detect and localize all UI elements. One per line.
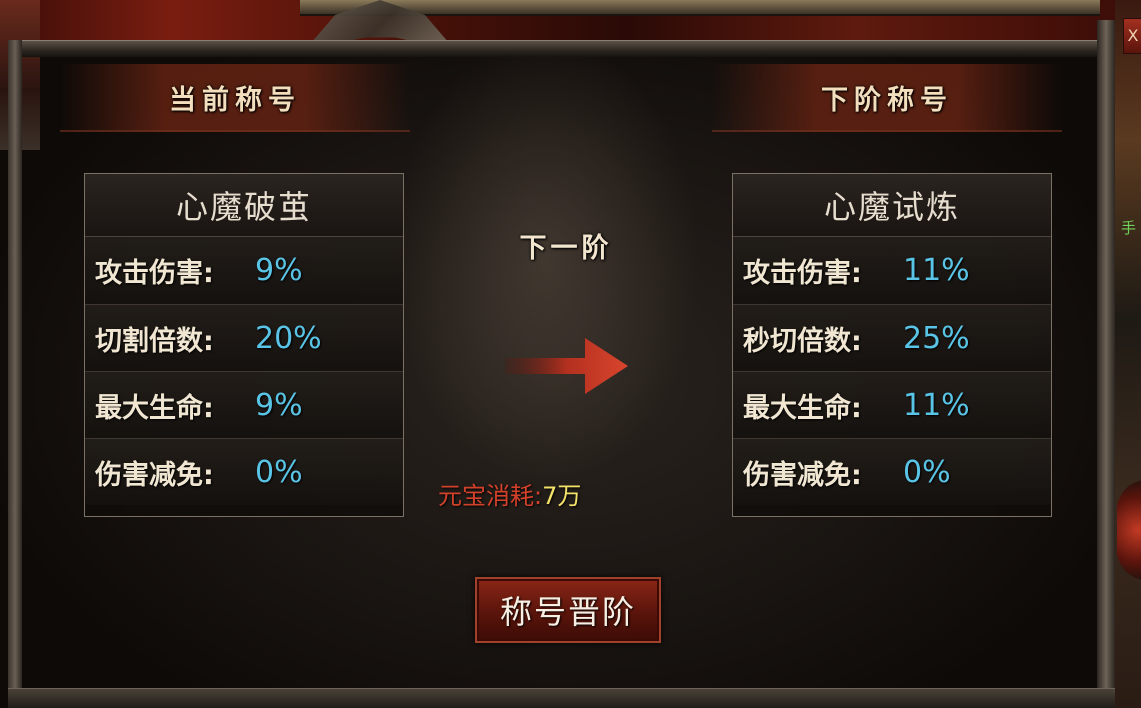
frame-bottom — [8, 688, 1115, 708]
stat-label: 秒切倍数: — [743, 325, 862, 357]
stat-value: 11% — [903, 253, 970, 288]
frame-left — [8, 40, 22, 708]
stat-row-attack: 攻击伤害: 11% — [733, 237, 1051, 304]
side-orb-icon — [1117, 480, 1141, 580]
background-scene-edge — [1115, 0, 1141, 708]
next-title-panel: 心魔试炼 攻击伤害: 11% 秒切倍数: 25% 最大生命: 11% 伤害减免:… — [732, 173, 1052, 517]
stat-label: 切割倍数: — [95, 325, 214, 357]
frame-right — [1097, 20, 1115, 708]
next-title-header: 下阶称号 — [712, 64, 1062, 132]
stat-row-damage-reduction: 伤害减免: 0% — [85, 438, 403, 505]
stat-row-cut: 切割倍数: 20% — [85, 304, 403, 371]
stat-label: 攻击伤害: — [743, 258, 862, 289]
stat-value: 0% — [255, 454, 303, 490]
cost-display: 元宝消耗:7万 — [438, 476, 668, 511]
stat-row-cut: 秒切倍数: 25% — [733, 304, 1051, 371]
stat-row-attack: 攻击伤害: 9% — [85, 237, 403, 304]
frame-top — [20, 40, 1102, 57]
stat-label: 最大生命: — [743, 392, 862, 424]
stat-label: 攻击伤害: — [95, 258, 214, 289]
stat-label: 伤害减免: — [743, 459, 862, 491]
stat-row-max-hp: 最大生命: 9% — [85, 371, 403, 438]
side-partial-text: 手 — [1121, 219, 1137, 237]
stat-value: 25% — [903, 320, 970, 356]
stat-row-max-hp: 最大生命: 11% — [733, 371, 1051, 438]
current-title-panel: 心魔破茧 攻击伤害: 9% 切割倍数: 20% 最大生命: 9% 伤害减免: 0… — [84, 173, 404, 517]
stat-label: 伤害减免: — [95, 459, 214, 491]
upgrade-title-button[interactable]: 称号晋阶 — [475, 577, 661, 643]
stat-value: 11% — [903, 387, 970, 423]
stat-row-damage-reduction: 伤害减免: 0% — [733, 438, 1051, 505]
stat-value: 9% — [255, 387, 303, 423]
stat-value: 9% — [255, 253, 303, 288]
current-title-header: 当前称号 — [60, 64, 410, 132]
stat-label: 最大生命: — [95, 392, 214, 424]
stat-value: 20% — [255, 320, 322, 356]
next-tier-label: 下一阶 — [519, 233, 613, 264]
next-title-name: 心魔试炼 — [733, 174, 1051, 237]
close-icon[interactable]: X — [1123, 18, 1141, 54]
stat-value: 0% — [903, 454, 951, 490]
cost-label: 元宝消耗: — [438, 482, 543, 510]
current-title-name: 心魔破茧 — [85, 174, 403, 237]
title-upgrade-window: 手 X 当前称号 下阶称号 心魔破茧 攻击伤害: 9% 切割倍数: 20% 最大… — [0, 0, 1141, 708]
right-arrow-icon — [505, 338, 628, 394]
cost-value: 7万 — [542, 482, 582, 510]
